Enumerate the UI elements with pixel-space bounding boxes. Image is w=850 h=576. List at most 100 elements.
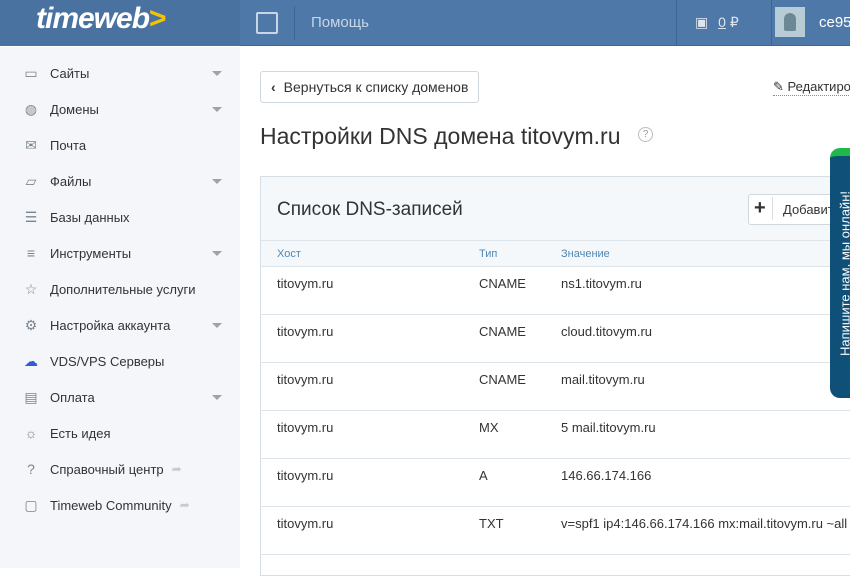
- bulb-icon: ☼: [22, 425, 40, 441]
- sidebar-item-label: Timeweb Community: [50, 498, 172, 513]
- edit-label: Редактиро: [788, 79, 850, 94]
- mail-icon: ✉: [22, 137, 40, 153]
- sidebar-item[interactable]: ≡Инструменты: [0, 235, 240, 271]
- sidebar-item-label: Есть идея: [50, 426, 110, 441]
- sidebar-item-label: Настройка аккаунта: [50, 318, 170, 333]
- cell-type: MX: [479, 420, 499, 435]
- sidebar-item[interactable]: ☰ Базы данных: [0, 199, 240, 235]
- sidebar-item-label: Сайты: [50, 66, 89, 81]
- column-value: Значение: [561, 248, 610, 260]
- plus-icon: +: [754, 197, 773, 220]
- card-title: Список DNS-записей: [277, 199, 463, 221]
- chevron-down-icon[interactable]: [212, 323, 222, 333]
- sidebar-item[interactable]: ▭ Сайты: [0, 55, 240, 91]
- folder-icon: ▱: [22, 173, 40, 189]
- edit-link[interactable]: ✎ Редактиро: [773, 79, 850, 96]
- chevron-down-icon[interactable]: [212, 179, 222, 189]
- page-title: Настройки DNS домена titovym.ru: [260, 123, 621, 150]
- dns-card: Список DNS-записей +Добавить Хост Тип Зн…: [260, 176, 850, 576]
- top-bar: timeweb> Помощь ▣ 0 ₽ ce95: [0, 0, 850, 46]
- logo[interactable]: timeweb>: [0, 0, 240, 46]
- cell-value: 146.66.174.166: [561, 468, 651, 483]
- cell-host: titovym.ru: [277, 276, 333, 291]
- logo-text: timeweb: [36, 2, 149, 35]
- cell-value: cloud.titovym.ru: [561, 324, 652, 339]
- avatar[interactable]: [775, 7, 805, 37]
- cell-host: titovym.ru: [277, 516, 333, 531]
- cloud-icon: ☁: [22, 353, 40, 369]
- external-arrow-icon: ➦: [180, 498, 190, 512]
- cell-host: titovym.ru: [277, 372, 333, 387]
- sidebar-item-label: Справочный центр: [50, 462, 164, 477]
- card-header: Список DNS-записей +Добавить: [261, 177, 850, 241]
- star-icon: ☆: [22, 281, 40, 297]
- sidebar: ▭ Сайты ◍ Домены ✉ Почта ▱ Файлы ☰ Базы данных ≡Ин…: [0, 47, 240, 568]
- table-row[interactable]: titovym.ruA146.66.174.166: [261, 459, 850, 507]
- sidebar-item-label: Базы данных: [50, 210, 130, 225]
- monitor-icon: ▭: [22, 65, 40, 81]
- chevron-down-icon[interactable]: [212, 395, 222, 405]
- cell-host: titovym.ru: [277, 420, 333, 435]
- logo-arrow: >: [149, 2, 166, 35]
- chat-widget[interactable]: Напишите нам, мы онлайн!: [830, 148, 850, 398]
- cell-type: TXT: [479, 516, 504, 531]
- external-arrow-icon: ➦: [172, 462, 182, 476]
- table-header: Хост Тип Значение: [261, 241, 850, 267]
- sidebar-item-label: Файлы: [50, 174, 91, 189]
- column-host: Хост: [277, 248, 301, 260]
- user-name[interactable]: ce95: [819, 14, 850, 31]
- gear-icon: ⚙: [22, 317, 40, 333]
- help-icon[interactable]: ?: [638, 127, 653, 142]
- cell-type: CNAME: [479, 372, 526, 387]
- cell-type: CNAME: [479, 324, 526, 339]
- chevron-left-icon: ‹: [271, 79, 276, 95]
- cell-value: 5 mail.titovym.ru: [561, 420, 656, 435]
- sidebar-item[interactable]: ▱ Файлы: [0, 163, 240, 199]
- sidebar-item[interactable]: ☁ VDS/VPS Серверы: [0, 343, 240, 379]
- table-row[interactable]: titovym.ru MX 5 mail.titovym.ru: [261, 411, 850, 459]
- pencil-icon: ✎: [773, 79, 784, 94]
- back-button[interactable]: ‹ Вернуться к списку доменов: [260, 71, 479, 103]
- currency: ₽: [730, 14, 739, 30]
- sidebar-item[interactable]: ✉ Почта: [0, 127, 240, 163]
- sidebar-item[interactable]: ◍ Домены: [0, 91, 240, 127]
- cell-type: CNAME: [479, 276, 526, 291]
- main-content: ‹Вернуться к списку доменов ✎ Редактиро …: [240, 47, 850, 568]
- table-row[interactable]: titovym.ru TXT v=spf1 ip4:146.66.174.166 m…: [261, 507, 850, 555]
- sidebar-item-label: Оплата: [50, 390, 95, 405]
- column-type: Тип: [479, 248, 497, 260]
- sliders-icon: ≡: [22, 245, 40, 261]
- cell-value: mail.titovym.ru: [561, 372, 645, 387]
- chevron-down-icon[interactable]: [212, 71, 222, 81]
- balance[interactable]: ▣ 0 ₽: [676, 0, 772, 46]
- sidebar-item[interactable]: ▤ Оплата: [0, 379, 240, 415]
- sidebar-item[interactable]: ▢ Timeweb Community ➦: [0, 487, 240, 523]
- back-label: Вернуться к списку доменов: [284, 79, 469, 95]
- wallet-icon: ▤: [22, 389, 40, 405]
- chat-icon: ▢: [22, 497, 40, 513]
- help-link[interactable]: Помощь: [311, 14, 369, 31]
- globe-icon: ◍: [22, 101, 40, 117]
- cell-host: titovym.ru: [277, 468, 333, 483]
- cell-value: ns1.titovym.ru: [561, 276, 642, 291]
- balance-value: 0: [718, 14, 726, 30]
- sidebar-item-label: VDS/VPS Серверы: [50, 354, 164, 369]
- table-row[interactable]: titovym.ru CNAME mail.titovym.ru: [261, 363, 850, 411]
- table-row[interactable]: titovym.ru CNAME ns1.titovym.ru: [261, 267, 850, 315]
- database-icon: ☰: [22, 209, 40, 225]
- sidebar-item-label: Домены: [50, 102, 99, 117]
- news-icon[interactable]: [256, 12, 278, 34]
- sidebar-item[interactable]: ?Справочный центр➦: [0, 451, 240, 487]
- sidebar-item[interactable]: ☼ Есть идея: [0, 415, 240, 451]
- chat-label: Напишите нам, мы онлайн!: [838, 159, 850, 389]
- divider: [294, 6, 295, 40]
- cell-value: v=spf1 ip4:146.66.174.166 mx:mail.titovy…: [561, 516, 847, 531]
- sidebar-item[interactable]: ☆ Дополнительные услуги: [0, 271, 240, 307]
- table-row[interactable]: titovym.ruCNAMEcloud.titovym.ru: [261, 315, 850, 363]
- chevron-down-icon[interactable]: [212, 251, 222, 261]
- sidebar-item[interactable]: ⚙ Настройка аккаунта: [0, 307, 240, 343]
- chevron-down-icon[interactable]: [212, 107, 222, 117]
- wallet-icon: ▣: [695, 14, 708, 30]
- sidebar-item-label: Почта: [50, 138, 86, 153]
- sidebar-item-label: Дополнительные услуги: [50, 282, 195, 297]
